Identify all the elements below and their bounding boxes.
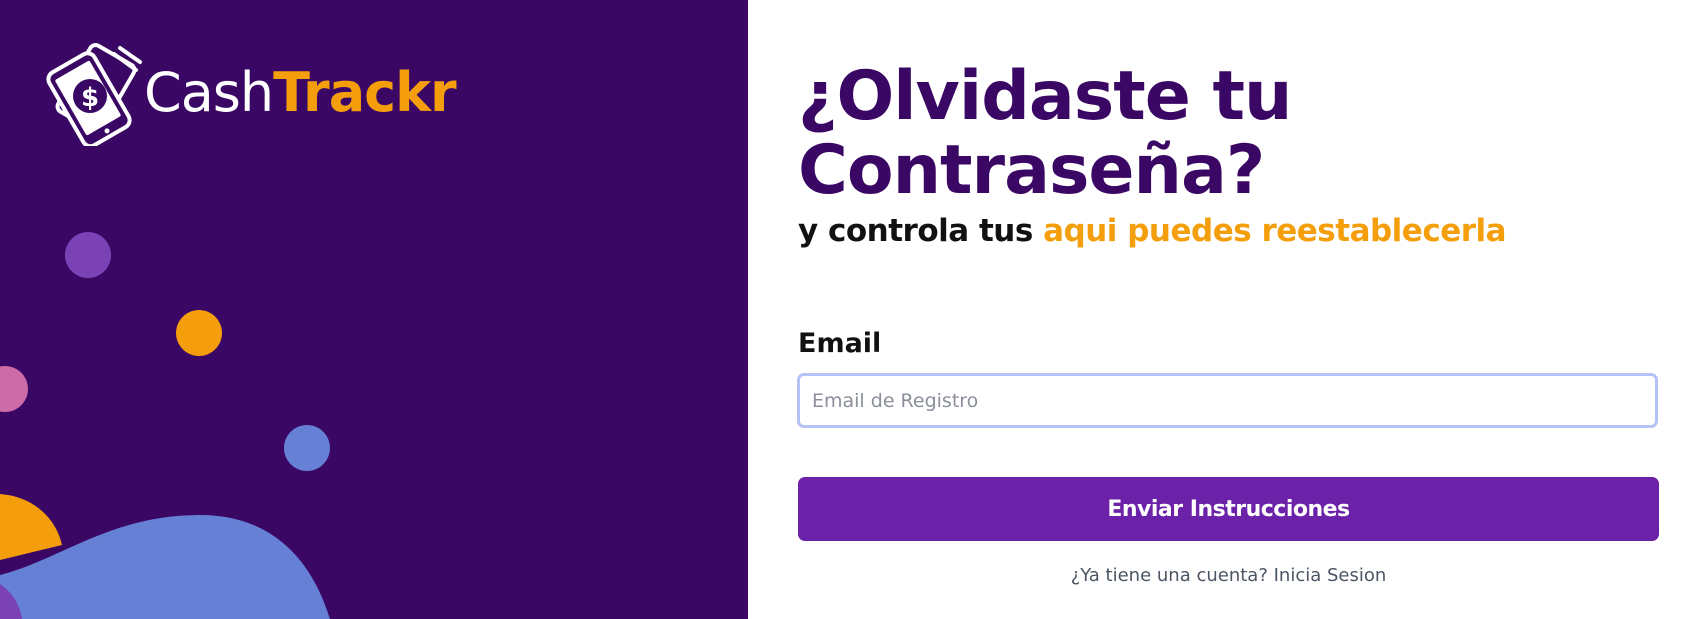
email-label: Email [798, 328, 882, 359]
decor-wave-shapes [0, 494, 330, 619]
form-panel: ¿Olvidaste tu Contraseña? y controla tus… [748, 0, 1681, 619]
submit-button[interactable]: Enviar Instrucciones [798, 477, 1659, 541]
email-input[interactable] [797, 373, 1658, 428]
page-title: ¿Olvidaste tu Contraseña? [798, 57, 1292, 210]
brand-panel: $ CashTrackr [0, 0, 748, 619]
subtitle-prefix: y controla tus [798, 213, 1044, 249]
login-link[interactable]: ¿Ya tiene una cuenta? Inicia Sesion [798, 565, 1659, 586]
subtitle-accent: aqui puedes reestablecerla [1043, 213, 1507, 249]
page-subtitle: y controla tus aqui puedes reestablecerl… [798, 210, 1507, 252]
